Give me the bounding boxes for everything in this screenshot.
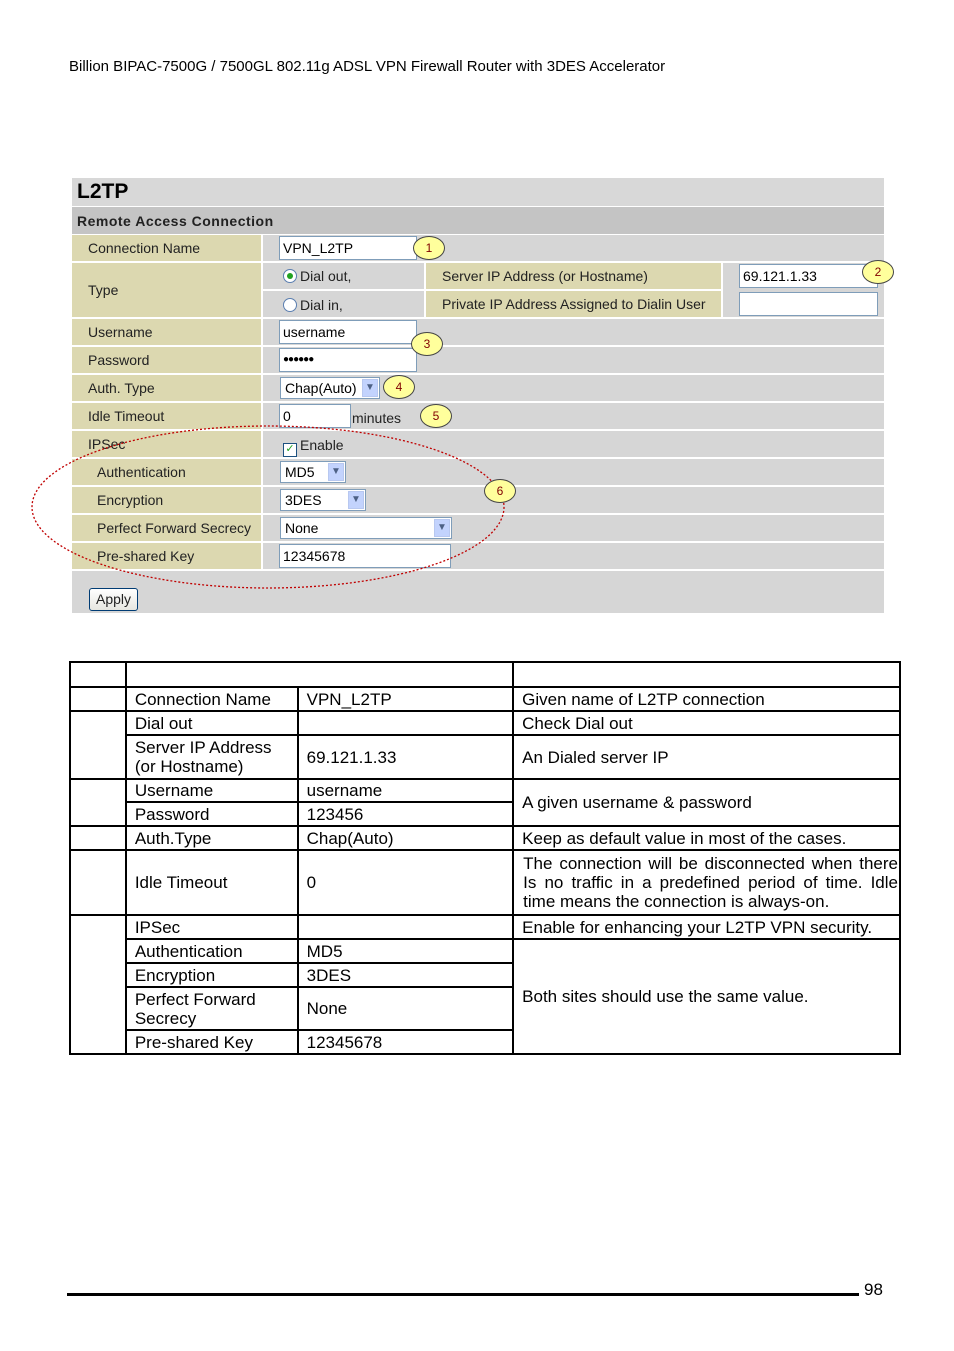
page-number: 98 — [864, 1280, 883, 1299]
desc-cell: Enable for enhancing your L2TP VPN secur… — [512, 914, 901, 940]
param-cell: Idle Timeout — [124, 849, 299, 916]
desc-cell: Keep as default value in most of the cas… — [512, 825, 901, 851]
value-cell: 69.121.1.33 — [296, 734, 515, 780]
table-header-row — [69, 661, 901, 688]
value-cell: MD5 — [296, 938, 515, 964]
table-row: Server IP Address (or Hostname) 69.121.1.… — [70, 734, 901, 780]
footer-rule — [67, 1293, 859, 1296]
value-cell: username — [296, 778, 515, 803]
value-cell: Chap(Auto) — [296, 825, 515, 851]
callout-4: 4 — [383, 375, 415, 399]
parameter-table: Connection Name VPN_L2TP Given name of L2T… — [69, 661, 901, 1055]
value-cell — [296, 710, 515, 736]
param-cell: Connection Name — [124, 686, 299, 712]
param-cell: Pre-shared Key — [124, 1029, 299, 1055]
callout-2: 2 — [862, 260, 894, 284]
callout-ellipse — [31, 425, 505, 589]
value-cell: 12345678 — [296, 1029, 515, 1055]
callout-3: 3 — [411, 332, 443, 356]
desc-cell: An Dialed server IP — [512, 734, 901, 780]
callout-5: 5 — [420, 404, 452, 428]
param-cell: Password — [124, 801, 299, 827]
value-cell: 0 — [296, 849, 515, 916]
desc-cell: The connection will be disconnected when… — [512, 849, 901, 916]
value-cell: 3DES — [296, 962, 515, 988]
param-cell: Server IP Address (or Hostname) — [124, 734, 299, 780]
value-cell: 123456 — [296, 801, 515, 827]
param-cell: Perfect Forward Secrecy — [124, 986, 299, 1031]
value-cell — [296, 914, 515, 940]
table-row: Dial out Check Dial out — [69, 710, 901, 780]
param-cell: Username — [124, 778, 299, 803]
value-cell: VPN_L2TP — [296, 686, 515, 712]
desc-cell: Both sites should use the same value. — [512, 938, 901, 1055]
desc-cell: A given username & password — [512, 778, 901, 827]
table-row: Authentication MD5 Both sites should use t… — [70, 938, 901, 1055]
param-cell: IPSec — [124, 914, 299, 940]
page: Billion BIPAC-7500G / 7500GL 802.11g ADS… — [0, 0, 954, 1351]
table-row: Username username A given username & passw… — [69, 778, 901, 827]
param-cell: Dial out — [124, 710, 299, 736]
table-row: Auth.Type Chap(Auto) Keep as default value… — [69, 825, 901, 851]
table-row: IPSec Enable for enhancing your L2TP VPN … — [69, 914, 901, 1055]
table-row: Idle Timeout 0 The connection will be disc… — [69, 849, 901, 916]
value-cell: None — [296, 986, 515, 1031]
callout-1: 1 — [413, 236, 445, 260]
desc-cell: Check Dial out — [512, 710, 901, 736]
param-cell: Authentication — [124, 938, 299, 964]
table-row: Connection Name VPN_L2TP Given name of L2T… — [69, 686, 901, 712]
desc-cell: Given name of L2TP connection — [512, 686, 901, 712]
param-cell: Auth.Type — [124, 825, 299, 851]
callout-6: 6 — [484, 479, 516, 503]
param-cell: Encryption — [124, 962, 299, 988]
